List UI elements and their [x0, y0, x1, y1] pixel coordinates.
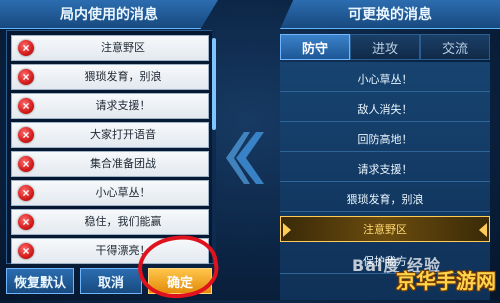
message-text: 集合准备团战 — [90, 158, 156, 170]
option-row[interactable]: 小心草丛！ — [280, 66, 490, 92]
option-text: 猥琐发育，别浪 — [346, 193, 424, 206]
category-tabs: 防守 进攻 交流 — [280, 34, 490, 60]
delete-icon[interactable]: × — [18, 127, 34, 143]
replaceable-messages-title: 可更换的消息 — [280, 0, 500, 29]
delete-icon[interactable]: × — [18, 214, 34, 230]
option-row[interactable]: 猥琐发育，别浪 — [280, 186, 490, 212]
option-text: 敌人消失！ — [357, 103, 413, 116]
scrollbar-thumb[interactable] — [212, 38, 216, 130]
in-game-messages-title-text: 局内使用的消息 — [60, 6, 158, 22]
message-text: 大家打开语音 — [90, 129, 156, 141]
option-text: 小心草丛！ — [357, 73, 413, 86]
message-row[interactable]: × 猥琐发育，别浪 — [11, 64, 209, 90]
option-text: 回防高地！ — [357, 133, 413, 146]
message-text: 猥琐发育，别浪 — [84, 71, 162, 83]
site-watermark: 京华手游网 — [396, 271, 496, 293]
option-row-selected[interactable]: 注意野区 — [280, 216, 490, 242]
messages-scrollbar[interactable] — [212, 30, 216, 262]
swap-arrow-icon[interactable] — [226, 128, 268, 188]
option-row[interactable]: 请求支援！ — [280, 156, 490, 182]
delete-icon[interactable]: × — [18, 243, 34, 259]
in-game-messages-list: × 注意野区 × 猥琐发育，别浪 × 请求支援！ × 大家打开语音 × 集合准备… — [6, 30, 214, 264]
message-text: 注意野区 — [101, 42, 145, 54]
delete-icon[interactable]: × — [18, 98, 34, 114]
tab-communication[interactable]: 交流 — [420, 34, 490, 60]
delete-icon[interactable]: × — [18, 156, 34, 172]
delete-icon[interactable]: × — [18, 185, 34, 201]
message-text: 小心草丛！ — [95, 187, 151, 199]
message-row[interactable]: × 小心草丛！ — [11, 180, 209, 206]
in-game-messages-title: 局内使用的消息 — [0, 0, 218, 29]
message-text: 稳住，我们能赢 — [84, 216, 162, 228]
replaceable-messages-title-text: 可更换的消息 — [348, 6, 432, 22]
option-row[interactable]: 敌人消失！ — [280, 96, 490, 122]
message-row[interactable]: × 大家打开语音 — [11, 122, 209, 148]
message-row[interactable]: × 稳住，我们能赢 — [11, 209, 209, 235]
tab-defense[interactable]: 防守 — [280, 34, 350, 60]
option-text: 注意野区 — [363, 224, 407, 236]
delete-icon[interactable]: × — [18, 69, 34, 85]
restore-default-button[interactable]: 恢复默认 — [6, 268, 74, 294]
cancel-button[interactable]: 取消 — [80, 268, 142, 294]
option-row[interactable]: 回防高地！ — [280, 126, 490, 152]
message-row[interactable]: × 注意野区 — [11, 35, 209, 61]
option-text: 请求支援！ — [357, 163, 413, 176]
selection-marker-right-icon — [479, 223, 487, 237]
message-text: 请求支援！ — [95, 100, 151, 112]
message-row[interactable]: × 请求支援！ — [11, 93, 209, 119]
selection-marker-left-icon — [283, 223, 291, 237]
tab-attack[interactable]: 进攻 — [350, 34, 420, 60]
delete-icon[interactable]: × — [18, 40, 34, 56]
message-row[interactable]: × 集合准备团战 — [11, 151, 209, 177]
